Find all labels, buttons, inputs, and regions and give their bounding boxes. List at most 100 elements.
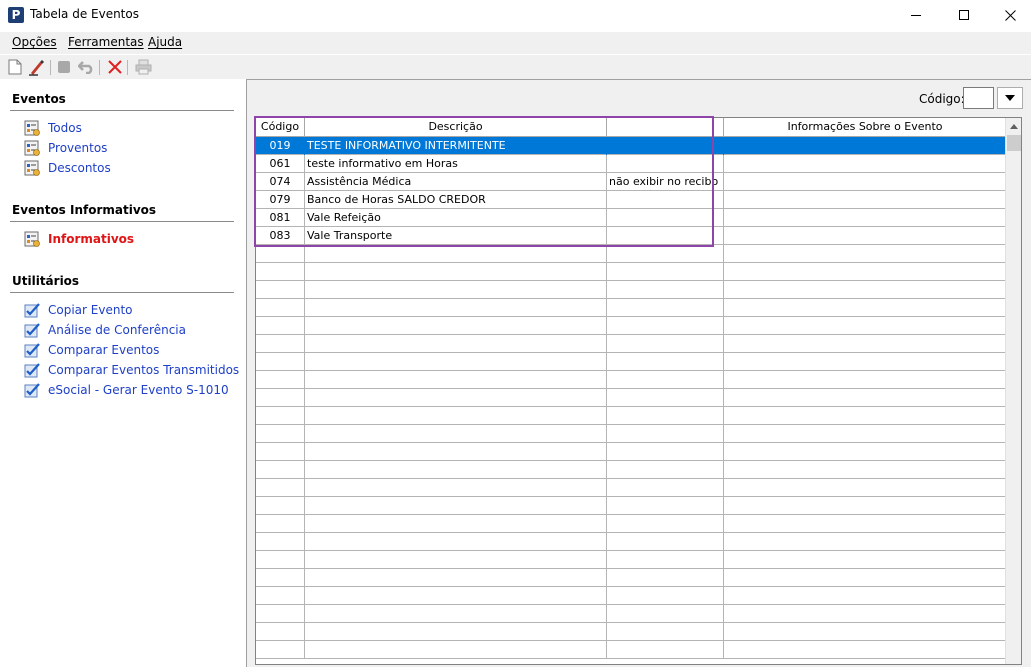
sidebar-item-comparar-eventos[interactable]: Comparar Eventos <box>24 341 159 359</box>
empty-table-row[interactable] <box>256 641 1006 659</box>
empty-cell <box>256 425 305 443</box>
table-row[interactable]: 061 teste informativo em Horas <box>256 155 1006 173</box>
event-list-icon <box>24 231 40 247</box>
table-row[interactable]: 019 TESTE INFORMATIVO INTERMITENTE <box>256 137 1006 155</box>
empty-cell <box>305 587 607 605</box>
empty-table-row[interactable] <box>256 587 1006 605</box>
empty-table-row[interactable] <box>256 623 1006 641</box>
sidebar-item-label: Descontos <box>48 161 111 175</box>
sidebar-item-proventos[interactable]: Proventos <box>24 139 107 157</box>
empty-cell <box>305 389 607 407</box>
menu-opcoes[interactable]: Opções <box>12 35 57 49</box>
empty-cell <box>607 605 724 623</box>
empty-cell <box>607 497 724 515</box>
table-row[interactable]: 083 Vale Transporte <box>256 227 1006 245</box>
empty-cell <box>256 479 305 497</box>
empty-table-row[interactable] <box>256 425 1006 443</box>
menu-ajuda[interactable]: Ajuda <box>148 35 182 49</box>
empty-table-row[interactable] <box>256 443 1006 461</box>
edit-icon <box>28 59 44 76</box>
empty-cell <box>256 515 305 533</box>
column-header-informacoes[interactable]: Informações Sobre o Evento <box>724 118 1006 137</box>
empty-table-row[interactable] <box>256 551 1006 569</box>
empty-cell <box>256 389 305 407</box>
scroll-up-button[interactable] <box>1006 118 1021 134</box>
empty-table-row[interactable] <box>256 281 1006 299</box>
empty-cell <box>305 335 607 353</box>
table-row[interactable]: 081 Vale Refeição <box>256 209 1006 227</box>
table-row[interactable]: 079 Banco de Horas SALDO CREDOR <box>256 191 1006 209</box>
codigo-filter-input[interactable] <box>963 87 994 109</box>
empty-cell <box>256 497 305 515</box>
sidebar-item-analise-conferencia[interactable]: Análise de Conferência <box>24 321 186 339</box>
cell-extra <box>607 209 724 227</box>
section-divider <box>10 110 234 111</box>
empty-cell <box>724 623 1006 641</box>
empty-table-row[interactable] <box>256 533 1006 551</box>
maximize-button[interactable] <box>941 0 987 30</box>
sidebar-item-comparar-eventos-transmitidos[interactable]: Comparar Eventos Transmitidos <box>24 361 239 379</box>
delete-button[interactable] <box>106 58 124 76</box>
empty-cell <box>607 425 724 443</box>
toolbar <box>0 55 1031 79</box>
cell-codigo: 079 <box>256 191 305 209</box>
empty-cell <box>256 587 305 605</box>
empty-cell <box>607 515 724 533</box>
empty-table-row[interactable] <box>256 353 1006 371</box>
scroll-thumb[interactable] <box>1007 135 1021 151</box>
empty-cell <box>305 425 607 443</box>
empty-table-row[interactable] <box>256 245 1006 263</box>
empty-table-row[interactable] <box>256 371 1006 389</box>
empty-table-row[interactable] <box>256 461 1006 479</box>
empty-cell <box>607 299 724 317</box>
empty-cell <box>305 299 607 317</box>
stop-button[interactable] <box>55 58 73 76</box>
minimize-button[interactable] <box>893 0 939 30</box>
empty-cell <box>256 461 305 479</box>
empty-cell <box>305 353 607 371</box>
empty-cell <box>305 497 607 515</box>
empty-table-row[interactable] <box>256 605 1006 623</box>
empty-table-row[interactable] <box>256 317 1006 335</box>
cell-extra: não exibir no recibo <box>607 173 724 191</box>
sidebar-item-esocial-gerar-evento[interactable]: eSocial - Gerar Evento S-1010 <box>24 381 229 399</box>
table-row[interactable]: 074 Assistência Médica não exibir no rec… <box>256 173 1006 191</box>
cell-descricao: Vale Transporte <box>305 227 607 245</box>
empty-table-row[interactable] <box>256 479 1006 497</box>
grid-header: Código Descrição Informações Sobre o Eve… <box>256 118 1006 137</box>
empty-cell <box>607 461 724 479</box>
empty-cell <box>607 353 724 371</box>
empty-table-row[interactable] <box>256 335 1006 353</box>
empty-cell <box>256 281 305 299</box>
toolbar-separator <box>50 60 51 75</box>
empty-table-row[interactable] <box>256 515 1006 533</box>
column-header-descricao[interactable]: Descrição <box>305 118 607 137</box>
sidebar-item-label: Copiar Evento <box>48 303 133 317</box>
empty-cell <box>724 461 1006 479</box>
empty-table-row[interactable] <box>256 389 1006 407</box>
empty-table-row[interactable] <box>256 263 1006 281</box>
undo-button[interactable] <box>77 58 95 76</box>
empty-cell <box>607 479 724 497</box>
vertical-scrollbar[interactable] <box>1005 118 1021 664</box>
close-button[interactable] <box>987 0 1031 30</box>
sidebar-item-descontos[interactable]: Descontos <box>24 159 111 177</box>
print-button[interactable] <box>134 58 152 76</box>
sidebar-item-todos[interactable]: Todos <box>24 119 82 137</box>
column-header-blank[interactable] <box>607 118 724 137</box>
new-document-button[interactable] <box>6 58 24 76</box>
codigo-dropdown-button[interactable] <box>997 87 1023 109</box>
column-header-codigo[interactable]: Código <box>256 118 305 137</box>
empty-cell <box>305 605 607 623</box>
sidebar-item-copiar-evento[interactable]: Copiar Evento <box>24 301 133 319</box>
empty-table-row[interactable] <box>256 569 1006 587</box>
edit-button[interactable] <box>27 58 45 76</box>
sidebar-item-informativos[interactable]: Informativos <box>24 230 134 248</box>
empty-table-row[interactable] <box>256 299 1006 317</box>
empty-cell <box>607 281 724 299</box>
empty-table-row[interactable] <box>256 497 1006 515</box>
empty-cell <box>724 605 1006 623</box>
menu-ferramentas[interactable]: Ferramentas <box>68 35 144 49</box>
empty-cell <box>256 335 305 353</box>
empty-table-row[interactable] <box>256 407 1006 425</box>
